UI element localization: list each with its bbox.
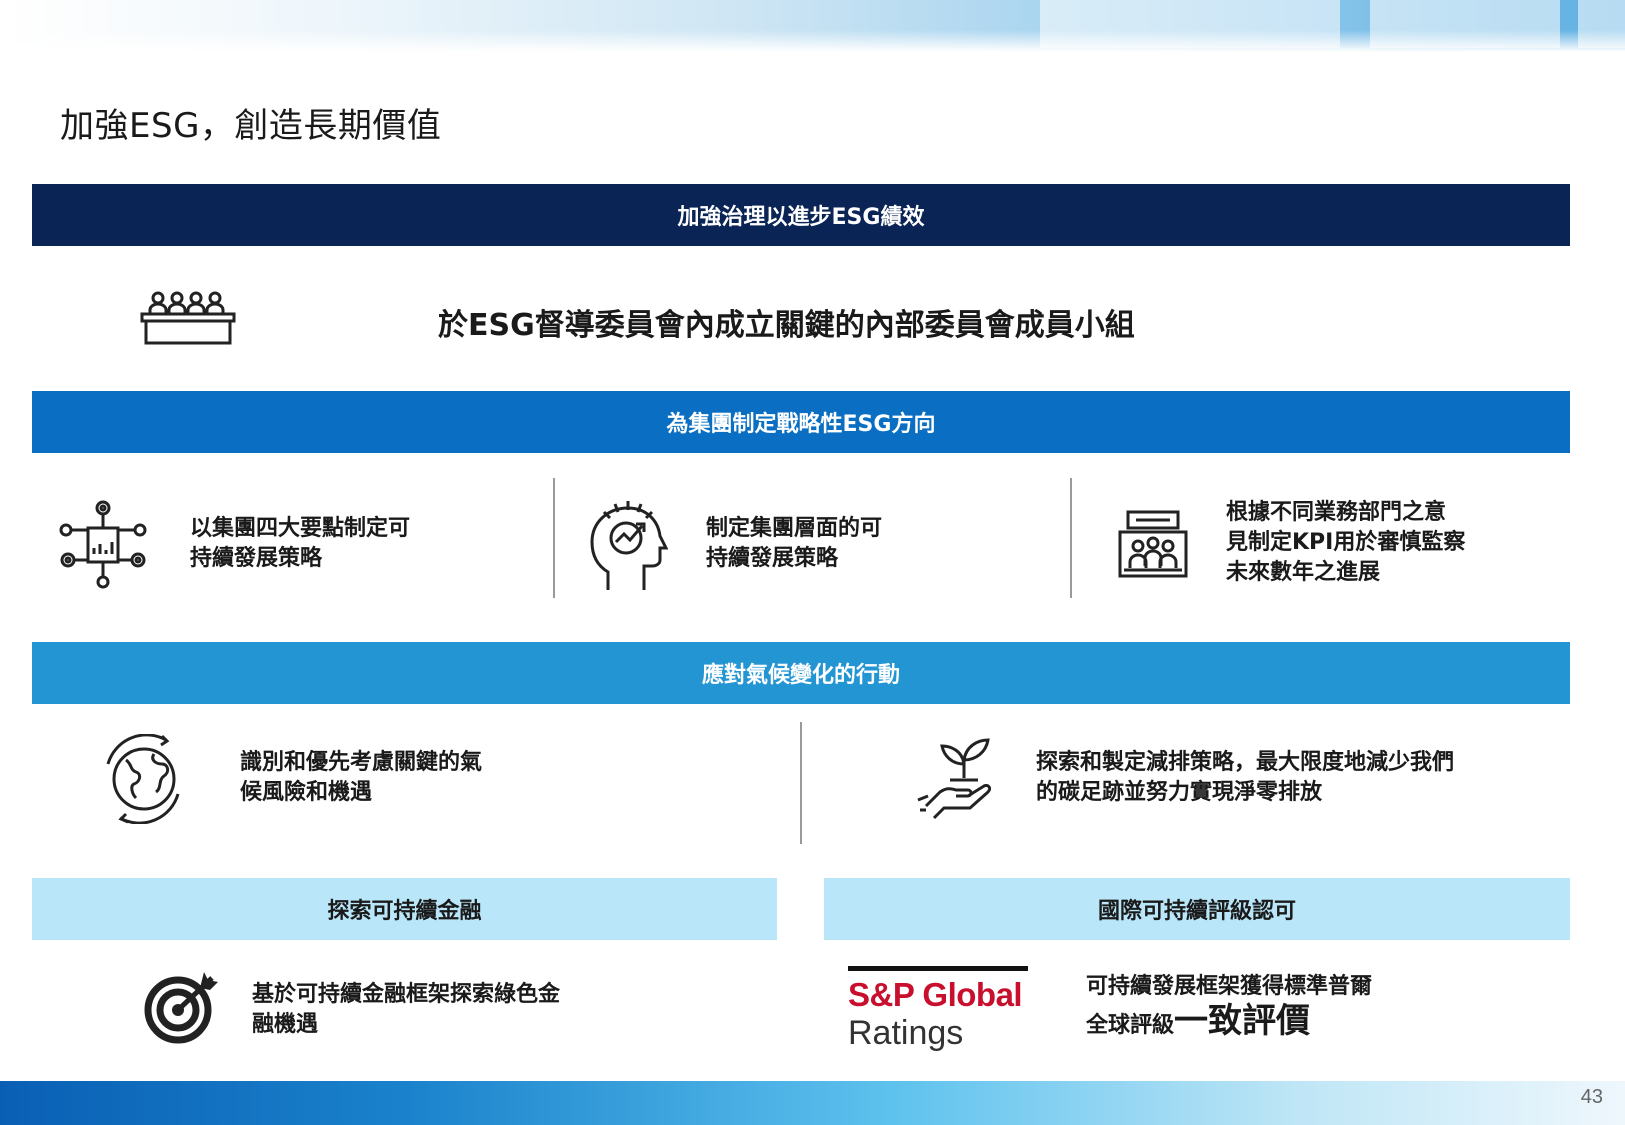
rating-description: 可持續發展框架獲得標準普爾 全球評級一致評價 bbox=[1086, 974, 1373, 1041]
page-number: 43 bbox=[1580, 1086, 1603, 1108]
hand-plant-icon bbox=[916, 734, 1002, 820]
climate-header: 應對氣候變化的行動 bbox=[32, 642, 1570, 704]
logo-rule bbox=[848, 966, 1028, 971]
rating-header: 國際可持續評級認可 bbox=[824, 878, 1570, 940]
target-arrow-icon bbox=[144, 968, 224, 1044]
strategy-header: 為集團制定戰略性ESG方向 bbox=[32, 391, 1570, 453]
climate-item-2: 探索和製定減排策略，最大限度地減少我們 的碳足跡並努力實現淨零排放 bbox=[1036, 750, 1455, 805]
meeting-board-icon bbox=[1118, 510, 1188, 580]
network-chart-icon bbox=[58, 500, 148, 590]
finance-description: 基於可持續金融框架探索綠色金 融機遇 bbox=[252, 982, 561, 1037]
logo-name: S&P Global bbox=[848, 976, 1023, 1013]
rating-text-emphasis: 一致評價 bbox=[1174, 1001, 1311, 1041]
divider bbox=[1070, 478, 1072, 598]
top-band-block bbox=[1578, 0, 1625, 48]
governance-statement: 於ESG督導委員會內成立關鍵的內部委員會成員小組 bbox=[438, 308, 1135, 343]
rating-text-small: 全球評級 bbox=[1086, 1013, 1175, 1038]
logo-subtitle: Ratings bbox=[848, 1014, 964, 1052]
top-band-block bbox=[1040, 0, 1340, 48]
divider bbox=[800, 722, 802, 844]
top-band-block bbox=[1370, 0, 1560, 48]
governance-header: 加強治理以進步ESG績效 bbox=[32, 184, 1570, 246]
strategy-item-1: 以集團四大要點制定可 持續發展策略 bbox=[190, 516, 411, 571]
sp-global-ratings-logo: S&P Global Ratings bbox=[848, 966, 1028, 1053]
committee-icon bbox=[140, 290, 236, 346]
page-title: 加強ESG，創造長期價值 bbox=[60, 106, 442, 146]
divider bbox=[553, 478, 555, 598]
bottom-decorative-band bbox=[0, 1081, 1625, 1125]
top-decorative-band bbox=[0, 0, 1625, 52]
globe-cycle-icon bbox=[96, 734, 192, 824]
finance-header: 探索可持續金融 bbox=[32, 878, 777, 940]
strategy-item-2: 制定集團層面的可 持續發展策略 bbox=[706, 516, 883, 571]
strategy-item-3: 根據不同業務部門之意 見制定KPI用於審慎監察 未來數年之進展 bbox=[1226, 500, 1466, 585]
climate-item-1: 識別和優先考慮關鍵的氣 候風險和機遇 bbox=[240, 750, 483, 805]
head-growth-icon bbox=[588, 498, 668, 592]
